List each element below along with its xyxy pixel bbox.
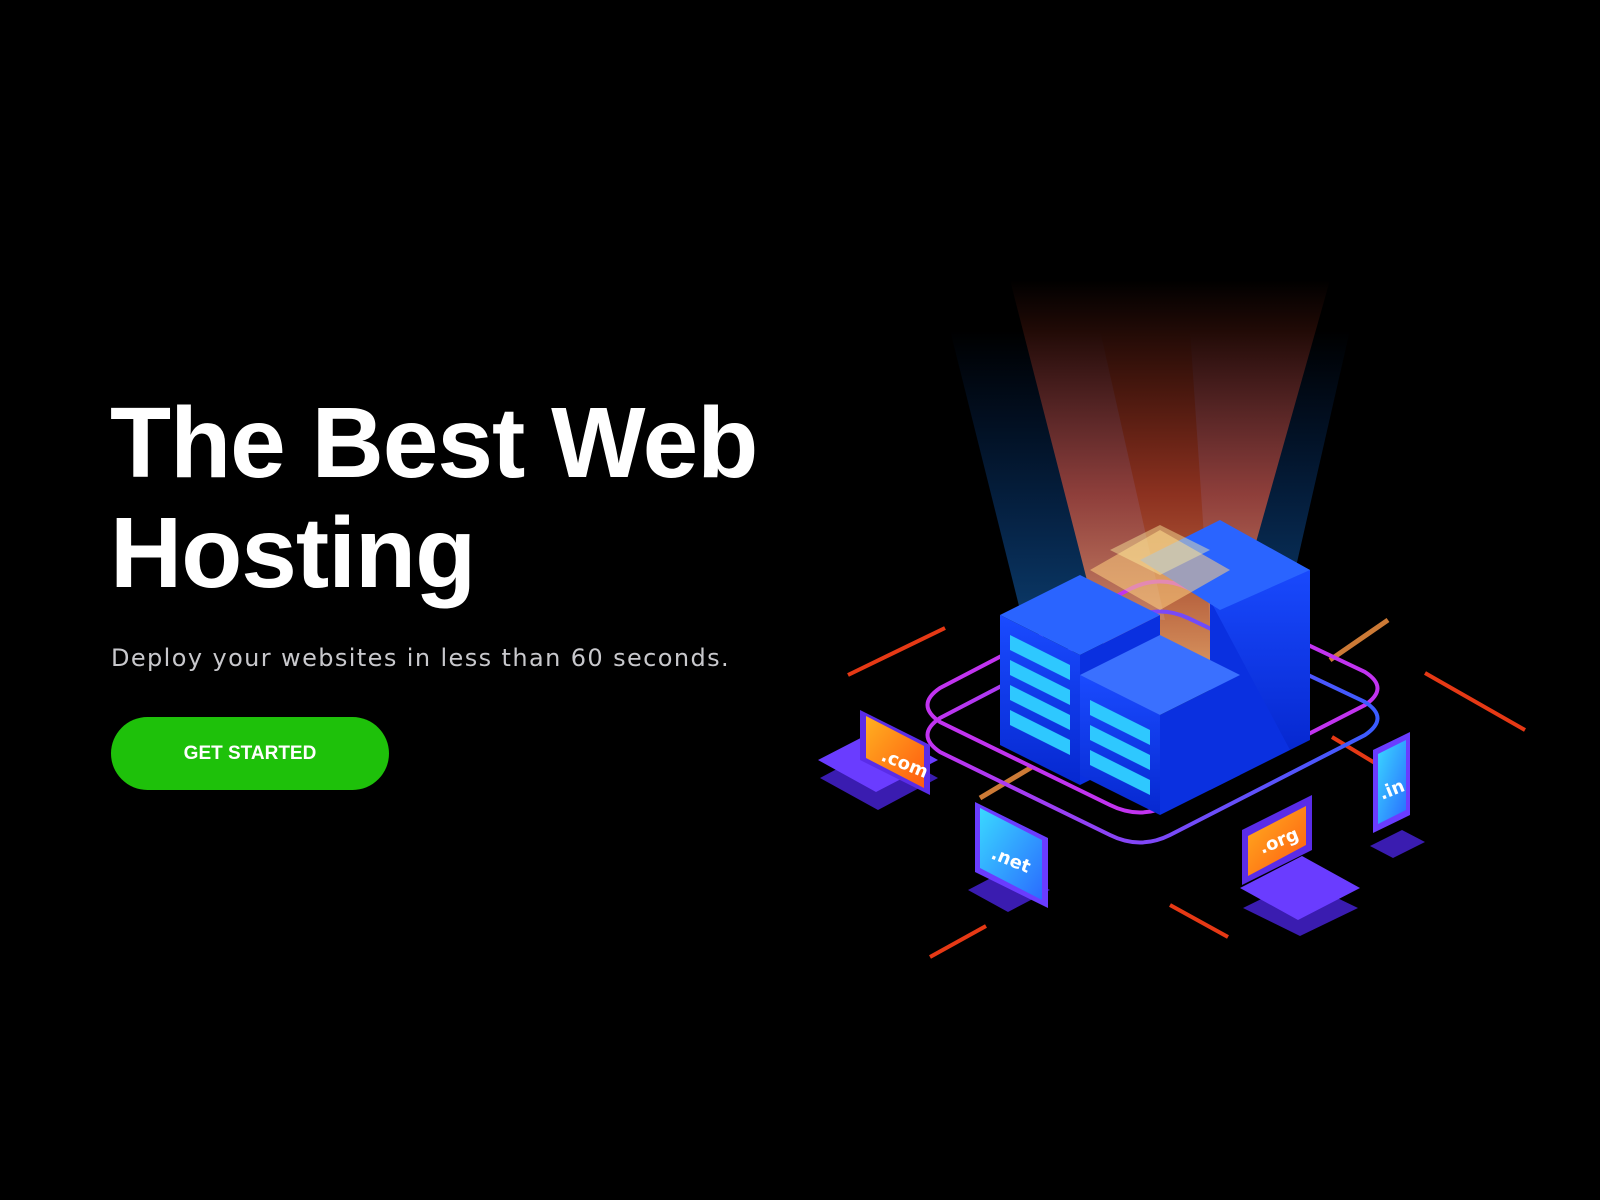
accent-line <box>1169 903 1229 939</box>
tablet-net: .net <box>968 802 1050 912</box>
accent-line <box>1424 671 1526 732</box>
accent-line <box>929 924 987 959</box>
get-started-button[interactable]: GET STARTED <box>111 717 389 790</box>
laptop-com: .com <box>818 710 938 810</box>
hero-text-block: The Best Web Hosting Deploy your website… <box>110 388 830 672</box>
server-network-illustration: .com .net .org .in <box>818 280 1526 959</box>
laptop-org: .org <box>1240 795 1360 936</box>
hero-tagline: Deploy your websites in less than 60 sec… <box>111 644 731 672</box>
accent-line <box>847 626 946 677</box>
hero-page: The Best Web Hosting Deploy your website… <box>0 0 1600 1200</box>
phone-in: .in <box>1370 732 1425 858</box>
accent-line <box>1328 617 1390 663</box>
headline-line-2: Hosting <box>110 497 476 609</box>
headline-line-1: The Best Web <box>110 387 758 499</box>
hero-headline: The Best Web Hosting <box>110 388 830 608</box>
